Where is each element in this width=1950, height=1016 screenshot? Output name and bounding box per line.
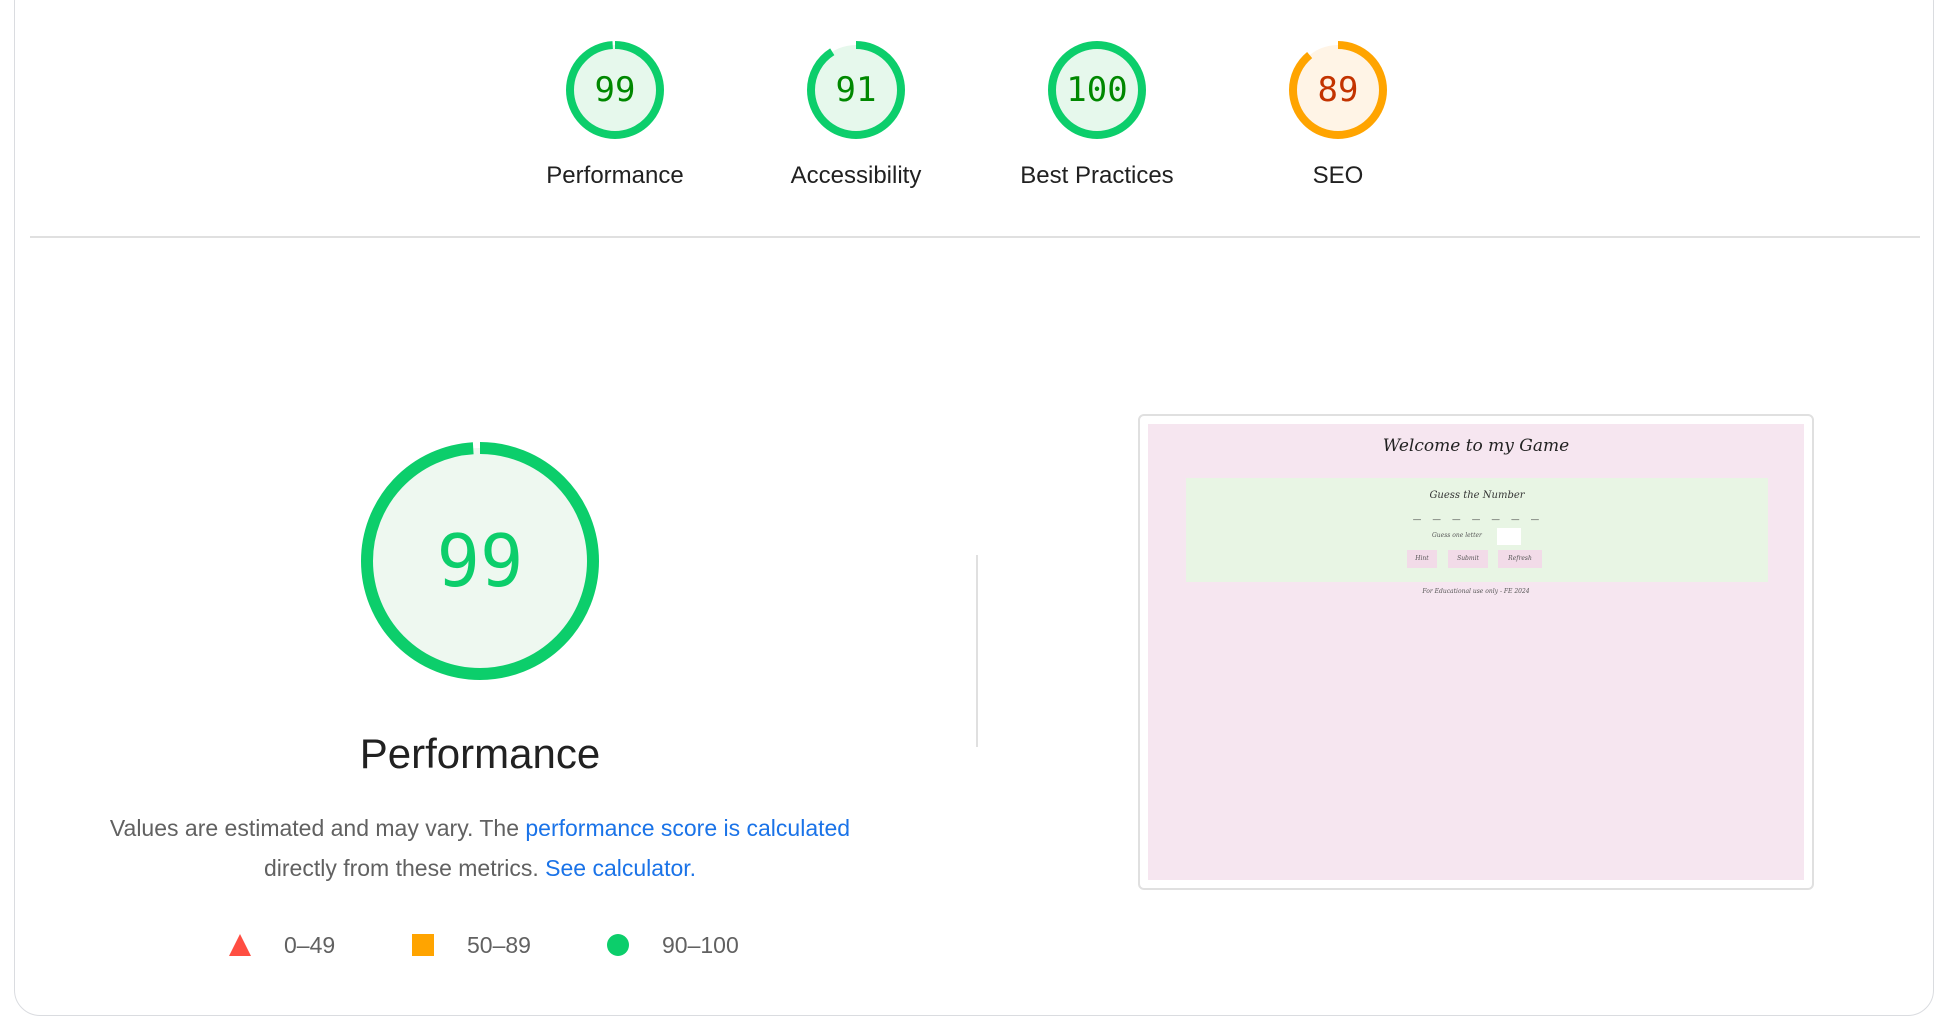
desc-text: Values are estimated and may vary. The [109,815,526,841]
page-screenshot-thumbnail[interactable]: Welcome to my Game Guess the Number _ _ … [1138,414,1814,890]
legend-fail: 0–49 [228,925,335,965]
gauge-seo[interactable]: 89 SEO [1238,40,1438,190]
gauge-score: 89 [1317,70,1359,110]
screenshot-title: Welcome to my Game [1382,436,1570,456]
screenshot-subtitle: Guess the Number [1429,490,1525,501]
section-divider [30,236,1920,238]
screenshot-footer: For Educational use only - FE 2024 [1422,588,1530,595]
legend-range: 0–49 [284,931,336,958]
gauge-accessibility[interactable]: 91 Accessibility [756,40,956,190]
score-calculated-link[interactable]: performance score is calculated [525,815,850,841]
gauge-label: Best Practices [1020,162,1174,189]
gauge-best-practices[interactable]: 100 Best Practices [997,40,1197,190]
legend-range: 90–100 [662,931,739,958]
gauge-label: Performance [546,162,684,189]
performance-gauge: 99 [355,436,605,686]
screenshot-word-dashes: _ _ _ _ _ _ _ [1413,506,1541,521]
gauge-score: 99 [594,70,636,110]
vertical-divider [976,555,978,747]
screenshot-guess-label: Guess one letter [1432,532,1482,539]
screenshot-page: Welcome to my Game Guess the Number _ _ … [1148,424,1804,880]
circle-icon [607,934,629,956]
square-icon [412,934,434,956]
category-gauges: 99 Performance 91 Accessibility 100 Best… [0,40,1950,210]
gauge-label: Accessibility [790,162,922,189]
gauge-score: 100 [1066,70,1128,110]
legend-range: 50–89 [467,931,531,958]
legend-average: 50–89 [411,925,531,965]
score-legend: 0–49 50–89 90–100 [0,925,960,965]
performance-description: Values are estimated and may vary. The p… [80,808,880,888]
see-calculator-link[interactable]: See calculator. [545,855,696,881]
legend-pass: 90–100 [606,925,739,965]
screenshot-submit-button: Submit [1448,550,1488,568]
screenshot-refresh-button: Refresh [1498,550,1542,568]
screenshot-guess-input [1497,528,1521,545]
performance-score: 99 [436,519,524,603]
gauge-performance[interactable]: 99 Performance [515,40,715,190]
gauge-label: SEO [1312,162,1364,189]
screenshot-game-panel: Guess the Number _ _ _ _ _ _ _ Guess one… [1186,478,1768,582]
triangle-icon [229,934,251,956]
screenshot-hint-button: Hint [1407,550,1437,568]
desc-text: directly from these metrics. [263,855,539,881]
performance-title: Performance [359,730,601,777]
gauge-score: 91 [835,70,877,110]
